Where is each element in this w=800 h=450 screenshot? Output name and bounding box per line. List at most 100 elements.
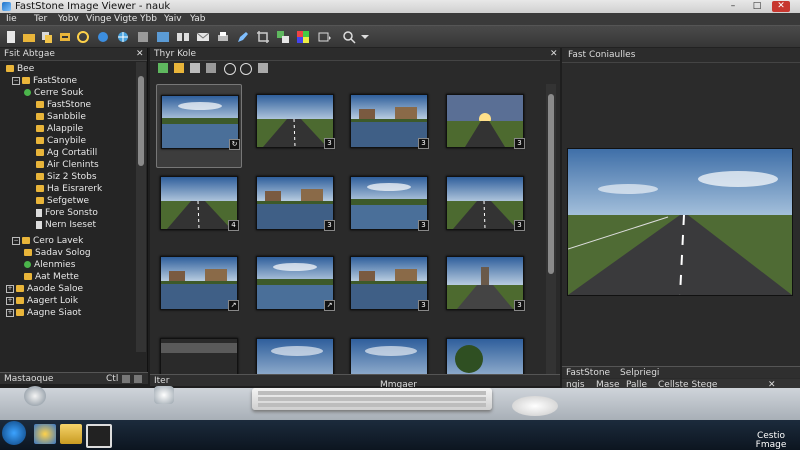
tree-item[interactable]: Alenmies [24, 260, 75, 271]
thumbnail-image[interactable]: 3 [256, 176, 335, 231]
thumbnail[interactable]: ↻ [156, 84, 242, 168]
slideshow-icon[interactable] [156, 30, 170, 44]
maximize-button[interactable]: □ [748, 1, 766, 12]
browser-icon[interactable] [34, 424, 56, 444]
scrollbar-thumb[interactable] [138, 76, 144, 166]
tree-item[interactable]: − Cero Lavek [12, 236, 83, 247]
thumbnail[interactable]: 4 [156, 166, 240, 231]
panel-toggle-icon[interactable] [134, 375, 142, 383]
thumbnail[interactable] [346, 328, 430, 374]
thumbnail[interactable]: ↗ [156, 246, 240, 311]
tree-item[interactable]: Sefgetwe [36, 196, 89, 207]
thumbnail[interactable]: 3 [442, 246, 526, 311]
close-button[interactable]: ✕ [772, 1, 790, 12]
menu-item[interactable]: Vigte [114, 13, 137, 26]
thumbnail-image[interactable]: 3 [446, 94, 525, 149]
image-preview[interactable] [567, 148, 793, 296]
menu-item[interactable]: Ybb [140, 13, 157, 26]
close-icon[interactable]: ✕ [136, 48, 144, 60]
filter-icon[interactable] [206, 63, 216, 73]
tree-item[interactable]: + Aagert Loik [6, 296, 78, 307]
tab-selpriegi[interactable]: Selpriegi [620, 367, 659, 379]
thumbnail[interactable]: ↗ [252, 246, 336, 311]
thumbnail-image[interactable]: 3 [446, 176, 525, 231]
chevron-down-icon[interactable] [358, 30, 372, 44]
folder-tree-status-right[interactable]: Ctl [106, 373, 118, 385]
thumbnail-image[interactable] [350, 338, 428, 374]
thumbnail[interactable]: 3 [346, 166, 430, 231]
thumbnail-image[interactable]: 3 [256, 94, 335, 149]
email-icon[interactable] [196, 30, 210, 44]
folder-up-icon[interactable] [174, 63, 184, 73]
tree-item[interactable]: Fore Sonsto [36, 208, 98, 219]
minimize-button[interactable]: – [724, 1, 742, 12]
tree-item[interactable]: Ag Cortatill [36, 148, 97, 159]
expand-toggle-icon[interactable]: + [6, 296, 14, 305]
tree-item[interactable]: Siz 2 Stobs [36, 172, 97, 183]
menu-item[interactable]: Yobv [58, 13, 79, 26]
thumbnail-scrollbar[interactable] [546, 84, 556, 374]
thumbnail[interactable] [442, 328, 526, 374]
thumbnail-image[interactable]: 3 [446, 256, 525, 311]
tree-item[interactable]: FastStone [36, 100, 91, 111]
crop-icon[interactable] [256, 30, 270, 44]
thumbnail-image[interactable]: 3 [350, 176, 429, 231]
tab-faststone[interactable]: FastStone [566, 367, 610, 379]
zoom-in-icon[interactable] [224, 63, 236, 75]
view-mode-icon[interactable] [318, 30, 332, 44]
thumbnail-image[interactable]: 4 [160, 176, 239, 231]
menu-item[interactable]: Vinge [86, 13, 111, 26]
thumbnail[interactable]: 3 [346, 246, 430, 311]
thumbnail[interactable]: 3 [346, 84, 430, 149]
new-file-icon[interactable] [4, 30, 18, 44]
tree-item[interactable]: + Aaode Saloe [6, 284, 83, 295]
compare-icon[interactable] [176, 30, 190, 44]
view-options-icon[interactable] [258, 63, 268, 73]
refresh-icon[interactable] [96, 30, 110, 44]
expand-toggle-icon[interactable]: − [12, 236, 20, 245]
thumbnail[interactable]: 3 [252, 84, 336, 149]
rotate-icon[interactable] [76, 30, 90, 44]
tree-item[interactable]: Bee [6, 64, 34, 75]
tree-item[interactable]: + Aagne Siaot [6, 308, 81, 319]
menu-item[interactable]: Yab [190, 13, 206, 26]
move-icon[interactable] [58, 30, 72, 44]
refresh-icon[interactable] [158, 63, 168, 73]
globe-icon[interactable] [116, 30, 130, 44]
thumbnail-image[interactable]: 3 [350, 256, 429, 311]
folder-tree-scrollbar[interactable] [136, 62, 146, 352]
resize-icon[interactable] [276, 30, 290, 44]
thumbnail[interactable] [156, 328, 240, 374]
thumbnail-image[interactable]: 3 [350, 94, 429, 149]
thumbnail[interactable]: 3 [252, 166, 336, 231]
thumbnail-image[interactable]: ↻ [161, 95, 240, 150]
panel-toggle-icon[interactable] [122, 375, 130, 383]
tree-item[interactable]: Cerre Souk [24, 88, 83, 99]
thumbnail-image[interactable] [160, 338, 238, 374]
close-icon[interactable]: ✕ [550, 48, 558, 60]
tree-item[interactable]: − FastStone [12, 76, 77, 87]
tree-item[interactable]: Air Clenints [36, 160, 99, 171]
tree-item[interactable]: Sanbbile [36, 112, 86, 123]
thumbnail-image[interactable]: ↗ [256, 256, 335, 311]
settings-icon[interactable] [136, 30, 150, 44]
expand-toggle-icon[interactable]: − [12, 76, 20, 85]
tree-item[interactable]: Alappile [36, 124, 83, 135]
faststone-task-icon[interactable] [86, 424, 112, 448]
scrollbar-thumb[interactable] [548, 94, 554, 274]
menu-item[interactable]: Ter [34, 13, 47, 26]
print-icon[interactable] [216, 30, 230, 44]
zoom-icon[interactable] [342, 30, 356, 44]
menu-item[interactable]: Iie [6, 13, 17, 26]
sort-icon[interactable] [190, 63, 200, 73]
explorer-icon[interactable] [60, 424, 82, 444]
color-icon[interactable] [296, 30, 310, 44]
thumbnail-image[interactable]: ↗ [160, 256, 239, 311]
copy-icon[interactable] [40, 30, 54, 44]
thumbnail[interactable]: 3 [442, 166, 526, 231]
tree-item[interactable]: Nern Iseset [36, 220, 96, 231]
expand-toggle-icon[interactable]: + [6, 284, 14, 293]
menu-item[interactable]: Yaiv [164, 13, 182, 26]
thumbnail-image[interactable] [446, 338, 524, 374]
tree-item[interactable]: Sadav Solog [24, 248, 91, 259]
